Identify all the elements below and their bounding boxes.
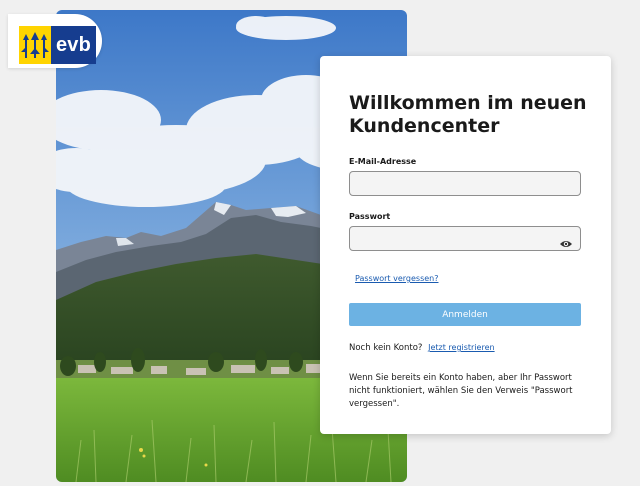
register-row: Noch kein Konto? Jetzt registrieren <box>349 343 495 353</box>
email-field[interactable] <box>349 171 581 196</box>
logo-text: evb <box>51 26 96 64</box>
eye-icon[interactable] <box>559 234 573 247</box>
forgot-password-link[interactable]: Passwort vergessen? <box>355 274 439 283</box>
no-account-text: Noch kein Konto? <box>349 343 423 353</box>
login-card: Willkommen im neuen Kundencenter E-Mail-… <box>320 56 611 434</box>
password-label: Passwort <box>349 212 391 221</box>
evb-logo[interactable]: evb <box>19 26 96 64</box>
password-hint-text: Wenn Sie bereits ein Konto haben, aber I… <box>349 373 573 409</box>
logo-container[interactable]: evb <box>8 14 102 68</box>
tulip-logo-icon <box>19 26 51 64</box>
password-field[interactable] <box>349 226 581 251</box>
page-title: Willkommen im neuen Kundencenter <box>349 92 587 137</box>
login-page: evb Willkommen im neuen Kundencenter E-M… <box>0 0 640 486</box>
register-link[interactable]: Jetzt registrieren <box>428 343 494 352</box>
email-label: E-Mail-Adresse <box>349 157 417 166</box>
login-button[interactable]: Anmelden <box>349 303 581 326</box>
